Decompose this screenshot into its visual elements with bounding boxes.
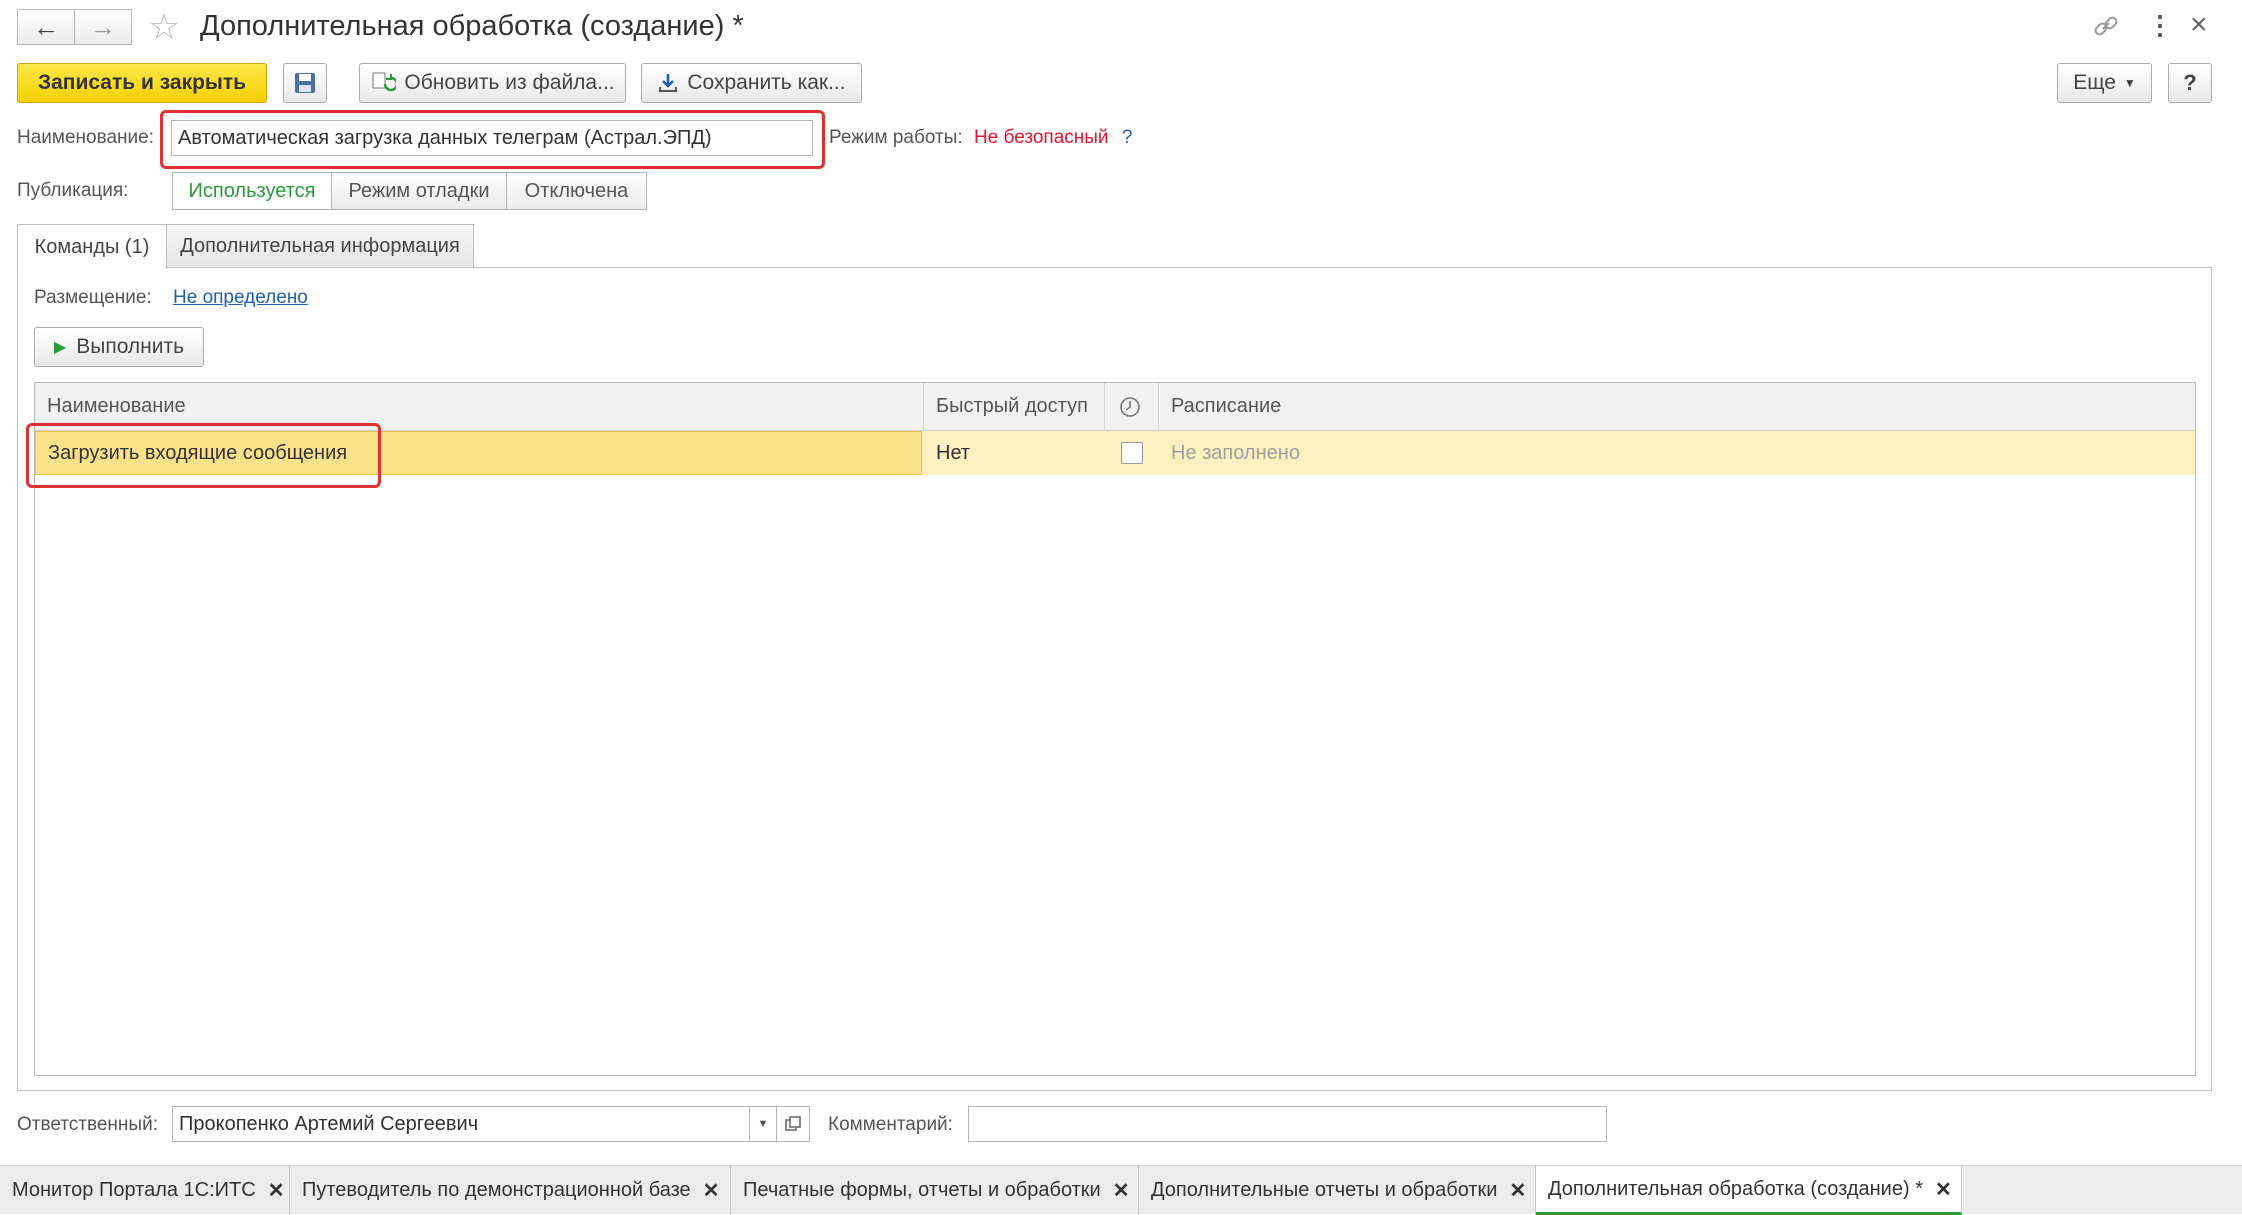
placement-link[interactable]: Не определено [173,287,308,309]
responsible-label: Ответственный: [17,1114,158,1135]
forward-arrow-icon: → [90,11,116,42]
window-title: Дополнительная обработка (создание) * [200,10,744,42]
column-header-schedule[interactable]: Расписание [1159,383,2195,431]
publication-label: Публикация: [17,180,129,201]
highlight-frame-row [26,423,381,488]
publication-option-disabled[interactable]: Отключена [506,172,647,210]
responsible-input[interactable]: Прокопенко Артемий Сергеевич [172,1106,750,1142]
column-header-clock[interactable] [1105,383,1159,431]
bottom-tab-label: Дополнительная обработка (создание) * [1548,1177,1923,1200]
help-button[interactable]: ? [2168,63,2212,103]
close-icon[interactable]: ✕ [1935,1177,1952,1202]
bottom-tab-guide[interactable]: Путеводитель по демонстрационной базе ✕ [290,1166,731,1215]
open-windows-bar: Монитор Портала 1С:ИТС ✕ Путеводитель по … [0,1165,2242,1215]
back-button[interactable]: ← [17,9,75,45]
bottom-tab-print-forms[interactable]: Печатные формы, отчеты и обработки ✕ [731,1166,1139,1215]
responsible-open-button[interactable] [776,1106,810,1142]
more-dropdown-button[interactable]: Еще ▼ [2057,63,2152,103]
cell-checkbox[interactable] [1105,431,1159,475]
open-window-icon [785,1116,801,1131]
comment-label: Комментарий: [828,1114,953,1135]
update-from-file-button[interactable]: Обновить из файла... [359,63,626,103]
update-from-file-label: Обновить из файла... [404,71,615,94]
bottom-tab-additional-reports[interactable]: Дополнительные отчеты и обработки ✕ [1139,1166,1536,1215]
name-label: Наименование: [17,127,154,148]
comment-input[interactable] [968,1106,1607,1142]
column-header-quick-access[interactable]: Быстрый доступ [924,383,1105,431]
run-button[interactable]: ▶ Выполнить [34,327,204,367]
close-icon[interactable]: × [2190,8,2208,42]
cell-quick-access[interactable]: Нет [924,431,1105,475]
close-icon[interactable]: ✕ [1509,1178,1526,1203]
chevron-down-icon: ▼ [757,1118,769,1130]
run-label: Выполнить [76,335,185,358]
highlight-frame [160,110,825,169]
update-file-icon [372,72,397,92]
tab-additional-info[interactable]: Дополнительная информация [166,224,474,268]
download-icon [659,74,678,92]
mode-help-link[interactable]: ? [1122,127,1133,148]
mode-label: Режим работы: Не безопасный ? [829,127,1132,149]
publication-option-used[interactable]: Используется [172,172,332,210]
close-icon[interactable]: ✕ [1113,1178,1130,1203]
favorite-star-icon[interactable]: ☆ [148,6,180,48]
link-icon[interactable] [2093,13,2118,37]
mode-value: Не безопасный [973,127,1109,148]
tab-commands[interactable]: Команды (1) [17,224,167,269]
more-icon[interactable]: ⋮ [2147,10,2173,41]
back-arrow-icon: ← [33,11,59,42]
more-label: Еще [2073,71,2116,94]
floppy-disk-icon [295,73,315,93]
play-icon: ▶ [53,339,67,356]
save-and-close-button[interactable]: Записать и закрыть [17,63,267,103]
responsible-dropdown-button[interactable]: ▼ [749,1106,777,1142]
bottom-tab-label: Дополнительные отчеты и обработки [1151,1179,1498,1201]
save-as-label: Сохранить как... [687,71,846,94]
bottom-tab-label: Путеводитель по демонстрационной базе [302,1179,691,1201]
schedule-checkbox[interactable] [1121,442,1143,464]
bottom-tab-label: Печатные формы, отчеты и обработки [743,1179,1101,1201]
placement-label: Размещение: [34,287,152,308]
forward-button[interactable]: → [74,9,132,45]
bottom-tab-label: Монитор Портала 1С:ИТС [12,1179,256,1201]
bottom-tab-current[interactable]: Дополнительная обработка (создание) * ✕ [1536,1166,1962,1215]
publication-option-debug[interactable]: Режим отладки [331,172,507,210]
clock-icon [1120,396,1140,417]
mode-label-text: Режим работы: [829,127,963,148]
close-icon[interactable]: ✕ [268,1178,285,1203]
save-as-button[interactable]: Сохранить как... [641,63,862,103]
save-button[interactable] [283,63,327,103]
chevron-down-icon: ▼ [2123,76,2136,90]
close-icon[interactable]: ✕ [703,1178,720,1203]
bottom-tab-monitor[interactable]: Монитор Портала 1С:ИТС ✕ [0,1166,290,1215]
cell-schedule[interactable]: Не заполнено [1159,431,2195,475]
